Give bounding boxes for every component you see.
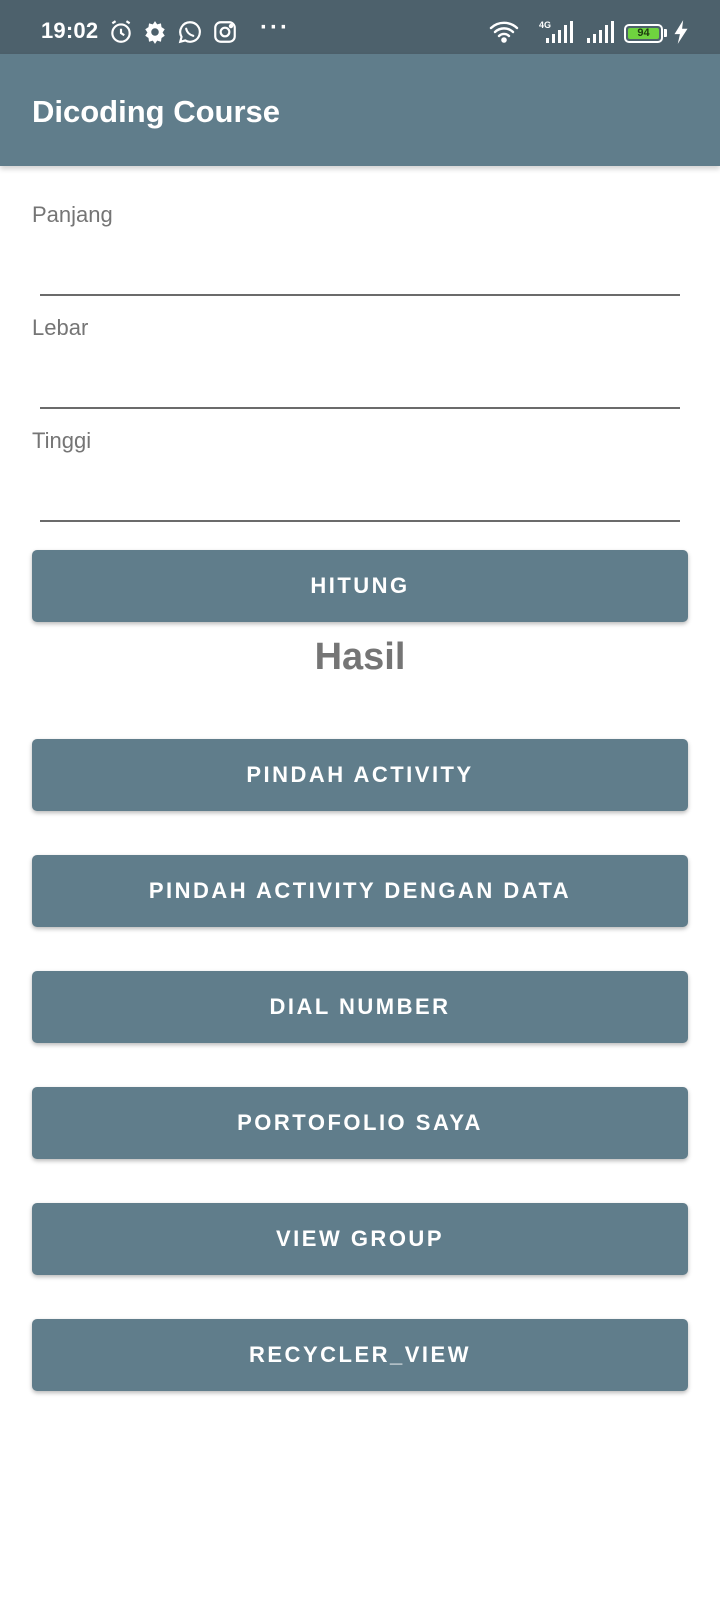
alarm-icon	[108, 19, 134, 45]
battery-tip	[664, 29, 667, 37]
signal-icon	[544, 19, 574, 45]
view-group-button[interactable]: VIEW GROUP	[32, 1203, 688, 1275]
panjang-label: Panjang	[32, 202, 113, 227]
pindah-activity-button[interactable]: PINDAH ACTIVITY	[32, 739, 688, 811]
wifi-icon	[488, 19, 520, 45]
whatsapp-icon	[177, 19, 203, 45]
tinggi-label: Tinggi	[32, 428, 92, 453]
app-bar: Dicoding Course	[0, 54, 720, 166]
status-time: 19:02	[41, 18, 99, 43]
portofolio-saya-button[interactable]: PORTOFOLIO SAYA	[32, 1087, 688, 1159]
battery-icon: 94	[624, 24, 663, 43]
panjang-input[interactable]	[40, 256, 680, 296]
charging-icon	[672, 19, 690, 45]
instagram-icon	[212, 19, 238, 45]
pindah-activity-dengan-data-button[interactable]: PINDAH ACTIVITY DENGAN DATA	[32, 855, 688, 927]
signal-icon-2	[585, 19, 615, 45]
lebar-label: Lebar	[32, 315, 89, 340]
hitung-button[interactable]: HITUNG	[32, 550, 688, 622]
recycler-view-button[interactable]: RECYCLER_VIEW	[32, 1319, 688, 1391]
battery-level: 94	[628, 28, 659, 39]
more-icon: ···	[260, 14, 290, 41]
result-text: Hasil	[314, 636, 406, 678]
tinggi-input[interactable]	[40, 482, 680, 522]
settings-icon	[142, 19, 168, 45]
dial-number-button[interactable]: DIAL NUMBER	[32, 971, 688, 1043]
app-title: Dicoding Course	[32, 94, 281, 129]
status-bar: 19:02 ··· 4G 94	[0, 0, 720, 54]
lebar-input[interactable]	[40, 369, 680, 409]
